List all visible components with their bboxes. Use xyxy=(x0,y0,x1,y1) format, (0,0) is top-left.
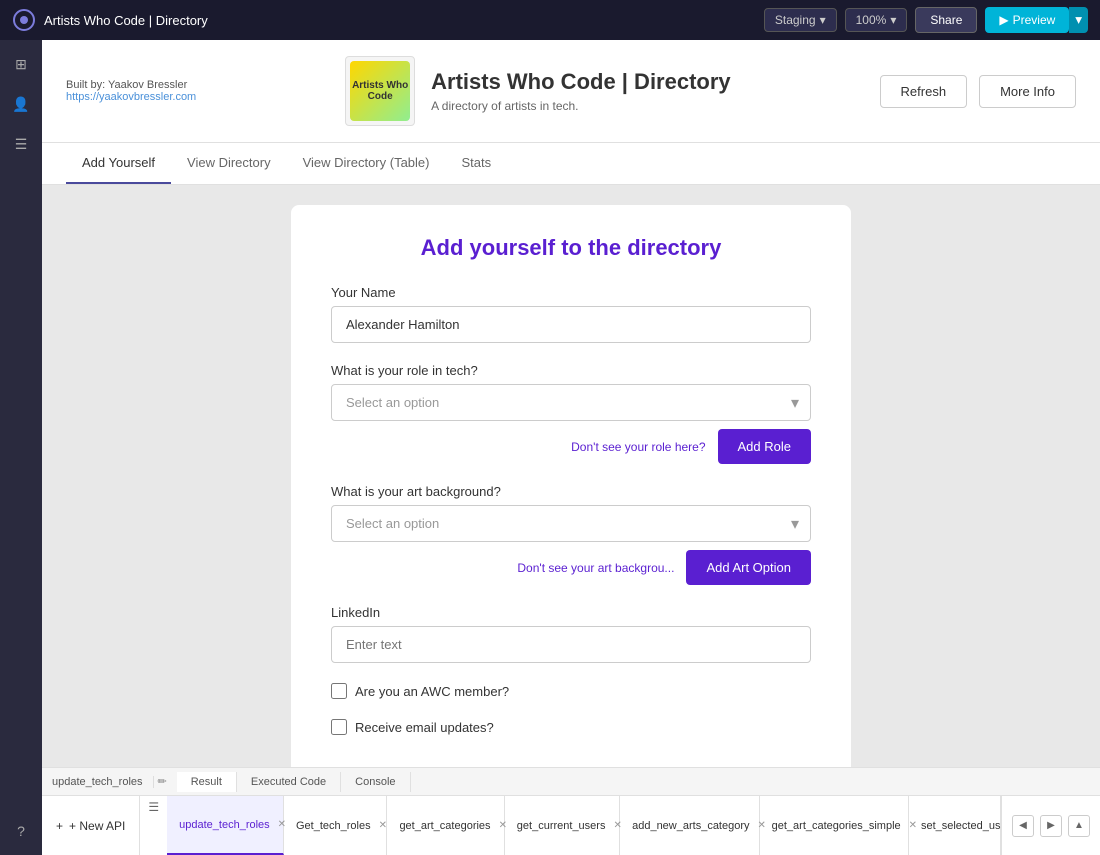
name-input[interactable] xyxy=(331,306,811,343)
email-label: Receive email updates? xyxy=(355,720,494,735)
form-container: Add yourself to the directory Your Name … xyxy=(42,185,1100,785)
role-select[interactable]: Select an option xyxy=(331,384,811,421)
preview-dropdown-button[interactable]: ▾ xyxy=(1069,7,1088,33)
linkedin-group: LinkedIn xyxy=(331,605,811,663)
tab-view-directory[interactable]: View Directory xyxy=(171,143,287,184)
role-group: What is your role in tech? Select an opt… xyxy=(331,363,811,464)
header-buttons: Refresh More Info xyxy=(880,75,1076,108)
email-checkbox[interactable] xyxy=(331,719,347,735)
art-actions: Don't see your art backgrou... Add Art O… xyxy=(331,550,811,585)
app-title-area: Artists Who Code Artists Who Code | Dire… xyxy=(345,56,731,126)
share-button[interactable]: Share xyxy=(915,7,977,33)
sidebar-icon-users[interactable]: 👤 xyxy=(7,90,35,118)
result-bar: update_tech_roles ✏ Result Executed Code… xyxy=(42,767,1100,795)
bottom-bar-right: ◀ ▶ ▲ xyxy=(1001,796,1100,855)
bottom-prev-button[interactable]: ◀ xyxy=(1012,815,1034,837)
top-bar-left: Artists Who Code | Directory xyxy=(12,8,208,32)
role-select-wrapper: Select an option xyxy=(331,384,811,421)
result-tab-console[interactable]: Console xyxy=(341,772,410,792)
top-bar-title: Artists Who Code | Directory xyxy=(44,13,208,28)
bottom-tab-1[interactable]: Get_tech_roles ✕ xyxy=(284,796,387,855)
linkedin-input[interactable] xyxy=(331,626,811,663)
email-checkbox-group: Receive email updates? xyxy=(331,719,811,735)
help-icon[interactable]: ? xyxy=(0,817,42,845)
name-group: Your Name xyxy=(331,285,811,343)
art-select[interactable]: Select an option xyxy=(331,505,811,542)
email-group: Receive email updates? xyxy=(331,719,811,735)
art-group: What is your art background? Select an o… xyxy=(331,484,811,585)
sidebar-icon-menu[interactable]: ☰ xyxy=(7,130,35,158)
chevron-down-icon: ▾ xyxy=(820,13,826,27)
preview-group: ▶ Preview ▾ xyxy=(985,7,1088,33)
bottom-bar: + + New API ☰ update_tech_roles ✕ Get_te… xyxy=(42,795,1100,855)
result-tab-result[interactable]: Result xyxy=(177,772,237,792)
app-subtitle: A directory of artists in tech. xyxy=(431,99,731,113)
awc-checkbox-group: Are you an AWC member? xyxy=(331,683,811,699)
tab-view-directory-table[interactable]: View Directory (Table) xyxy=(287,143,446,184)
bottom-tab-0[interactable]: update_tech_roles ✕ xyxy=(167,796,284,855)
app-logo: Artists Who Code xyxy=(345,56,415,126)
tabs-bar: Add Yourself View Directory View Directo… xyxy=(42,143,1100,185)
current-tab-label: update_tech_roles xyxy=(52,776,154,788)
result-tab-executed[interactable]: Executed Code xyxy=(237,772,341,792)
edit-icon[interactable]: ✏ xyxy=(158,775,167,788)
bottom-tab-5[interactable]: get_art_categories_simple ✕ xyxy=(760,796,909,855)
awc-label: Are you an AWC member? xyxy=(355,684,509,699)
more-info-button[interactable]: More Info xyxy=(979,75,1076,108)
bottom-tabs-list: update_tech_roles ✕ Get_tech_roles ✕ get… xyxy=(167,796,1001,855)
tab-stats[interactable]: Stats xyxy=(446,143,508,184)
main-area: Built by: Yaakov Bressler https://yaakov… xyxy=(42,40,1100,855)
bottom-tab-6[interactable]: set_selected_us xyxy=(909,796,1001,855)
app-header-meta: Built by: Yaakov Bressler https://yaakov… xyxy=(66,79,196,103)
sidebar-icon-grid[interactable]: ⊞ xyxy=(7,50,35,78)
app-logo-inner: Artists Who Code xyxy=(350,61,410,121)
built-by-link[interactable]: https://yaakovbressler.com xyxy=(66,91,196,103)
top-bar: Artists Who Code | Directory Staging ▾ 1… xyxy=(0,0,1100,40)
app-info: Artists Who Code | Directory A directory… xyxy=(431,69,731,113)
list-icon[interactable]: ☰ xyxy=(140,796,167,855)
name-label: Your Name xyxy=(331,285,811,300)
staging-button[interactable]: Staging ▾ xyxy=(764,8,837,32)
dont-see-role-link[interactable]: Don't see your role here? xyxy=(571,440,705,454)
art-select-wrapper: Select an option xyxy=(331,505,811,542)
dont-see-art-link[interactable]: Don't see your art backgrou... xyxy=(517,561,674,575)
form-card: Add yourself to the directory Your Name … xyxy=(291,205,851,785)
awc-checkbox[interactable] xyxy=(331,683,347,699)
bottom-collapse-button[interactable]: ▲ xyxy=(1068,815,1090,837)
bottom-tab-2[interactable]: get_art_categories ✕ xyxy=(387,796,504,855)
built-by-label: Built by: Yaakov Bressler xyxy=(66,79,196,91)
bottom-tab-3[interactable]: get_current_users ✕ xyxy=(505,796,620,855)
plus-icon: + xyxy=(56,819,63,833)
role-actions: Don't see your role here? Add Role xyxy=(331,429,811,464)
awc-group: Are you an AWC member? xyxy=(331,683,811,699)
chevron-down-icon: ▾ xyxy=(890,13,896,27)
app-header: Built by: Yaakov Bressler https://yaakov… xyxy=(42,40,1100,143)
art-label: What is your art background? xyxy=(331,484,811,499)
bottom-tab-4[interactable]: add_new_arts_category ✕ xyxy=(620,796,760,855)
role-label: What is your role in tech? xyxy=(331,363,811,378)
top-bar-right: Staging ▾ 100% ▾ Share ▶ Preview ▾ xyxy=(764,7,1088,33)
play-icon: ▶ xyxy=(999,13,1008,27)
tab-add-yourself[interactable]: Add Yourself xyxy=(66,143,171,184)
refresh-button[interactable]: Refresh xyxy=(880,75,968,108)
form-title: Add yourself to the directory xyxy=(331,235,811,261)
left-sidebar: ⊞ 👤 ☰ ? xyxy=(0,40,42,855)
preview-button[interactable]: ▶ Preview xyxy=(985,7,1069,33)
linkedin-label: LinkedIn xyxy=(331,605,811,620)
app-title: Artists Who Code | Directory xyxy=(431,69,731,95)
zoom-button[interactable]: 100% ▾ xyxy=(845,8,908,32)
add-role-button[interactable]: Add Role xyxy=(718,429,811,464)
add-art-button[interactable]: Add Art Option xyxy=(686,550,811,585)
new-api-button[interactable]: + + New API xyxy=(42,796,140,855)
app-logo-icon xyxy=(12,8,36,32)
bottom-next-button[interactable]: ▶ xyxy=(1040,815,1062,837)
